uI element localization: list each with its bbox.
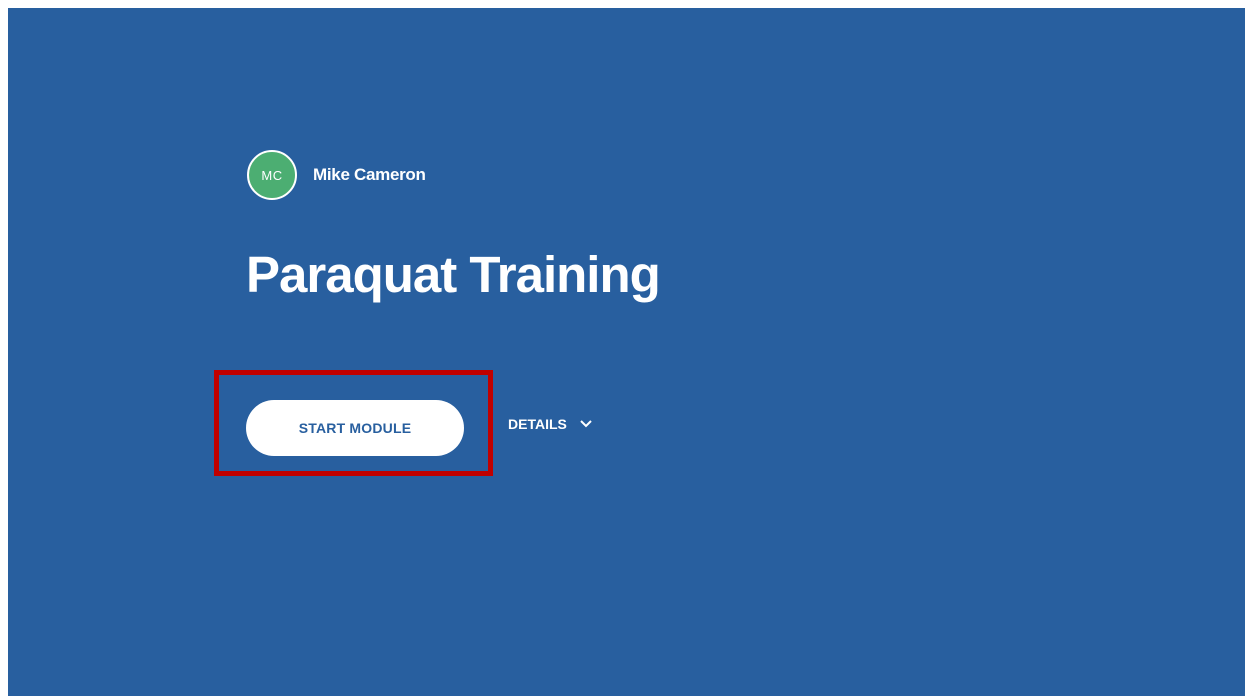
details-label: DETAILS bbox=[508, 416, 567, 432]
author-info: MC Mike Cameron bbox=[247, 150, 426, 200]
details-toggle[interactable]: DETAILS bbox=[508, 416, 593, 432]
module-hero: MC Mike Cameron Paraquat Training START … bbox=[8, 8, 1245, 696]
avatar: MC bbox=[247, 150, 297, 200]
author-name: Mike Cameron bbox=[313, 165, 426, 184]
chevron-down-icon bbox=[580, 420, 592, 428]
page-title: Paraquat Training bbox=[246, 246, 661, 303]
start-module-button[interactable]: START MODULE bbox=[246, 400, 464, 456]
